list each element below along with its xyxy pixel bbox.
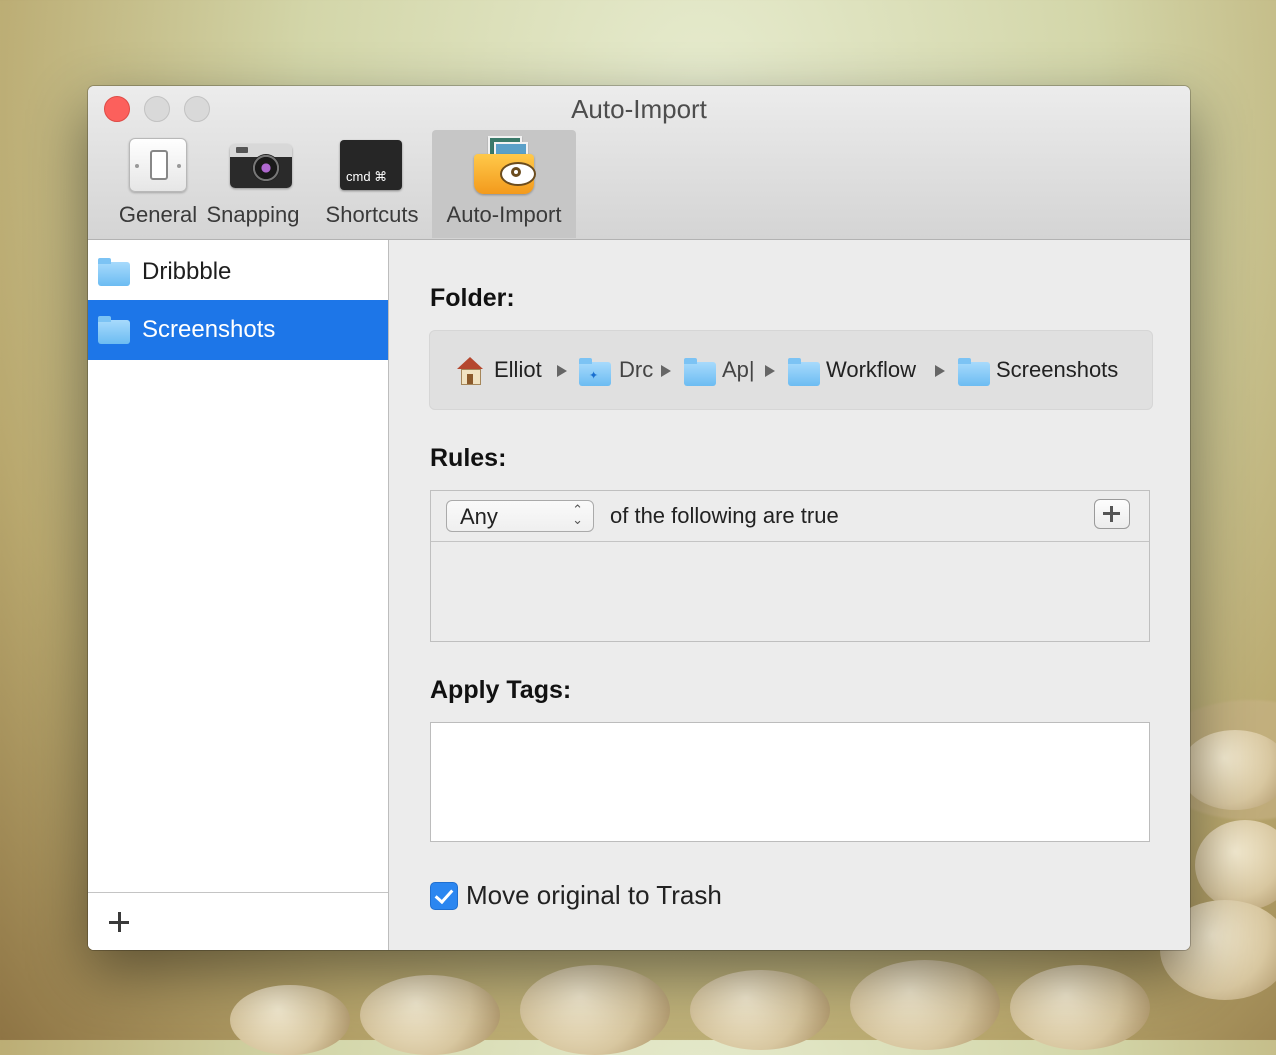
cmd-key-icon: cmd ⌘ <box>340 140 402 190</box>
rules-match-value: Any <box>460 504 498 529</box>
path-item-label: Ap| <box>722 357 755 382</box>
camera-icon <box>230 144 292 188</box>
move-to-trash-checkbox[interactable] <box>430 882 458 910</box>
titlebar: Auto-Import General Snapping cmd ⌘ Short… <box>88 86 1190 240</box>
path-item-label: Screenshots <box>996 357 1119 382</box>
folder-eye-icon <box>472 136 538 196</box>
add-folder-button[interactable] <box>106 909 132 935</box>
rules-editor: Any ⌃ ⌄ of the following are true <box>430 490 1150 642</box>
path-separator-icon <box>661 365 671 377</box>
folder-heading: Folder: <box>430 284 515 312</box>
path-separator-icon <box>557 365 567 377</box>
folder-sidebar: Dribbble Screenshots <box>88 240 389 950</box>
path-item-label: Workflow <box>826 357 917 382</box>
sidebar-item-label: Dribbble <box>142 258 232 285</box>
toolbar-label-general: General <box>118 202 198 227</box>
toolbar-label-auto-import: Auto-Import <box>446 202 562 227</box>
cmd-key-text: cmd ⌘ <box>346 169 388 184</box>
light-switch-icon <box>129 138 187 192</box>
auto-import-window: Auto-Import General Snapping cmd ⌘ Short… <box>88 86 1190 950</box>
sidebar-item-dribbble[interactable]: Dribbble <box>88 242 388 302</box>
toolbar-label-shortcuts: Shortcuts <box>325 202 419 227</box>
rules-header-row: Any ⌃ ⌄ of the following are true <box>431 491 1149 542</box>
settings-pane: Folder: Elliot ✦ Drc Ap| Workflow Screen… <box>389 240 1190 950</box>
sidebar-item-label: Screenshots <box>142 316 276 343</box>
apply-tags-heading: Apply Tags: <box>430 676 572 704</box>
toolbar-label-snapping: Snapping <box>206 202 300 227</box>
rules-description: of the following are true <box>610 503 839 528</box>
window-title: Auto-Import <box>571 94 707 124</box>
folder-icon <box>98 258 130 286</box>
path-separator-icon <box>935 365 945 377</box>
folder-icon <box>98 316 130 344</box>
rules-match-select[interactable]: Any ⌃ ⌄ <box>446 500 594 532</box>
folder-icon <box>958 358 990 386</box>
home-icon <box>456 357 484 385</box>
toolbar-item-shortcuts[interactable]: cmd ⌘ Shortcuts <box>320 130 424 238</box>
move-to-trash-label[interactable]: Move original to Trash <box>466 880 722 911</box>
toolbar-item-auto-import[interactable]: Auto-Import <box>432 130 576 238</box>
checkmark-icon <box>434 884 454 905</box>
updown-arrows-icon: ⌃ ⌄ <box>572 502 583 527</box>
path-item-label: Drc <box>619 357 654 382</box>
dropbox-folder-icon: ✦ <box>579 358 611 386</box>
path-item-label: Elliot <box>494 357 542 382</box>
folder-icon <box>684 358 716 386</box>
add-rule-button[interactable] <box>1094 499 1130 529</box>
toolbar-item-general[interactable]: General <box>100 130 216 238</box>
folder-path-control[interactable]: Elliot ✦ Drc Ap| Workflow Screenshots <box>429 330 1153 410</box>
rules-heading: Rules: <box>430 444 507 472</box>
path-separator-icon <box>765 365 775 377</box>
sidebar-item-screenshots[interactable]: Screenshots <box>88 300 388 360</box>
toolbar-item-snapping[interactable]: Snapping <box>200 130 306 238</box>
folder-icon <box>788 358 820 386</box>
tags-field[interactable] <box>430 722 1150 842</box>
sidebar-footer <box>88 892 388 950</box>
